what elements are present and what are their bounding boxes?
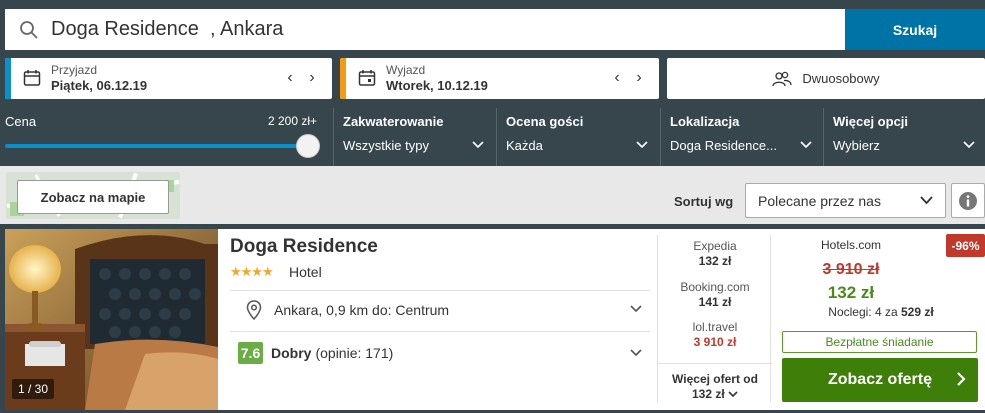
deal-provider: Hotels.com — [820, 238, 882, 252]
checkin-date-picker[interactable]: Przyjazd Piątek, 06.12.19 ‹ › — [5, 58, 332, 99]
sort-label: Sortuj wg — [674, 194, 734, 209]
filter-location[interactable]: Lokalizacja Doga Residence... — [660, 108, 822, 166]
provider-name: lol.travel — [692, 320, 738, 334]
checkout-value: Wtorek, 10.12.19 — [386, 78, 488, 93]
price-label: Cena — [5, 114, 37, 129]
provider-loltravel[interactable]: lol.travel 3 910 zł — [658, 320, 772, 350]
provider-expedia[interactable]: Expedia 132 zł — [658, 239, 772, 269]
location-row[interactable]: Ankara, 0,9 km do: Centrum — [230, 291, 650, 329]
filter-accommodation-title: Zakwaterowanie — [343, 114, 444, 129]
old-price: 3 910 zł — [822, 261, 880, 278]
checkin-arrows: ‹ › — [284, 69, 318, 87]
chevron-right-icon[interactable]: › — [306, 69, 318, 87]
more-offers-price-row: 132 zł — [658, 387, 772, 402]
chevron-down-icon — [920, 196, 933, 205]
best-deal: Hotels.com -96% 3 910 zł 132 zł Noclegi:… — [778, 229, 985, 410]
chevron-down-icon — [630, 349, 642, 357]
map-pin-icon — [246, 300, 262, 320]
provider-name: Expedia — [693, 239, 737, 253]
chevron-right-icon — [957, 372, 966, 386]
price-slider-track[interactable] — [5, 144, 308, 148]
discount-badge: -96% — [946, 234, 985, 257]
chevron-down-icon — [963, 141, 975, 149]
view-deal-label: Zobacz ofertę — [827, 371, 932, 388]
provider-price: 3 910 zł — [693, 335, 737, 349]
provider-price: 141 zł — [698, 295, 732, 309]
free-breakfast-badge: Bezpłatne śniadanie — [782, 331, 977, 353]
chevron-down-icon — [636, 141, 648, 149]
provider-name: Booking.com — [680, 280, 750, 294]
hotel-name[interactable]: Doga Residence — [230, 236, 378, 258]
filter-guest-rating-title: Ocena gości — [506, 114, 584, 129]
chevron-down-icon — [630, 305, 642, 313]
sort-select[interactable]: Polecane przez nas — [745, 183, 946, 218]
calendar-icon — [23, 70, 41, 86]
hotel-type: Hotel — [289, 264, 322, 280]
hotel-location: Ankara, 0,9 km do: Centrum — [274, 302, 450, 318]
filter-bar: Cena 2 200 zł+ Zakwaterowanie Wszystkie … — [0, 108, 985, 166]
chevron-down-icon — [472, 141, 484, 149]
rating-label: Dobry — [271, 345, 312, 361]
deal-price: 132 zł — [827, 283, 875, 302]
checkout-label: Wyjazd — [386, 63, 426, 77]
room-type-label: Dwuosobowy — [802, 71, 880, 86]
view-on-map-button[interactable]: Zobacz na mapie — [17, 180, 169, 214]
filter-guest-rating[interactable]: Ocena gości Każda — [496, 108, 658, 166]
search-bar: Szukaj — [5, 9, 985, 50]
chevron-down-icon — [800, 141, 812, 149]
hotel-card[interactable]: 1 / 30 Doga Residence ★★★★ Hotel Ankara,… — [5, 229, 985, 410]
filter-location-value: Doga Residence... — [670, 138, 777, 153]
checkout-accent — [340, 58, 346, 99]
price-slider-handle[interactable] — [296, 134, 320, 158]
chevron-down-icon — [728, 391, 738, 398]
search-input[interactable] — [51, 18, 751, 41]
price-max: 2 200 zł+ — [268, 114, 318, 128]
guests-icon — [772, 71, 792, 86]
search-box[interactable] — [5, 9, 845, 50]
view-deal-button[interactable]: Zobacz ofertę — [782, 358, 978, 402]
more-offers-price: 132 zł — [691, 387, 725, 401]
provider-booking[interactable]: Booking.com 141 zł — [658, 280, 772, 310]
hotel-photo[interactable]: 1 / 30 — [5, 229, 218, 410]
star-rating: ★★★★ — [230, 264, 274, 279]
search-button[interactable]: Szukaj — [845, 9, 985, 50]
divider — [230, 331, 650, 332]
filter-location-title: Lokalizacja — [670, 114, 740, 129]
rating-score-badge: 7.6 — [238, 342, 263, 364]
provider-prices: Expedia 132 zł Booking.com 141 zł lol.tr… — [657, 235, 772, 403]
checkin-accent — [5, 58, 11, 99]
checkin-value: Piątek, 06.12.19 — [51, 78, 148, 93]
room-type-selector[interactable]: Dwuosobowy — [667, 58, 985, 99]
more-offers-label: Więcej ofert od — [672, 372, 758, 386]
chevron-left-icon[interactable]: ‹ — [611, 69, 623, 87]
chevron-right-icon[interactable]: › — [633, 69, 645, 87]
photo-counter: 1 / 30 — [12, 379, 55, 399]
search-icon — [20, 20, 38, 39]
nights-total: Noclegi: 4 za 529 zł — [778, 305, 984, 319]
info-icon — [959, 191, 977, 210]
nights-total-price: 529 zł — [901, 305, 934, 319]
checkout-text: Wyjazd Wtorek, 10.12.19 — [386, 63, 488, 95]
checkin-text: Przyjazd Piątek, 06.12.19 — [51, 63, 147, 95]
nights-prefix: Noclegi: 4 za — [828, 305, 898, 319]
checkin-label: Przyjazd — [51, 63, 98, 77]
sort-selected-value: Polecane przez nas — [758, 192, 881, 209]
filter-more-options-title: Więcej opcji — [833, 114, 909, 129]
rating-row[interactable]: 7.6 Dobry (opinie: 171) — [230, 335, 650, 371]
sort-bar: Zobacz na mapie Sortuj wg Polecane przez… — [0, 166, 985, 224]
chevron-left-icon[interactable]: ‹ — [284, 69, 296, 87]
calendar-icon — [358, 70, 376, 86]
checkout-date-picker[interactable]: Wyjazd Wtorek, 10.12.19 ‹ › — [340, 58, 659, 99]
filter-accommodation[interactable]: Zakwaterowanie Wszystkie typy — [333, 108, 494, 166]
info-button[interactable] — [951, 183, 985, 218]
rating-count: (opinie: 171) — [315, 345, 394, 361]
checkout-arrows: ‹ › — [611, 69, 645, 87]
filter-more-options[interactable]: Więcej opcji Wybierz — [823, 108, 985, 166]
more-offers-link[interactable]: Więcej ofert od 132 zł — [658, 363, 772, 402]
provider-price: 132 zł — [698, 254, 732, 268]
